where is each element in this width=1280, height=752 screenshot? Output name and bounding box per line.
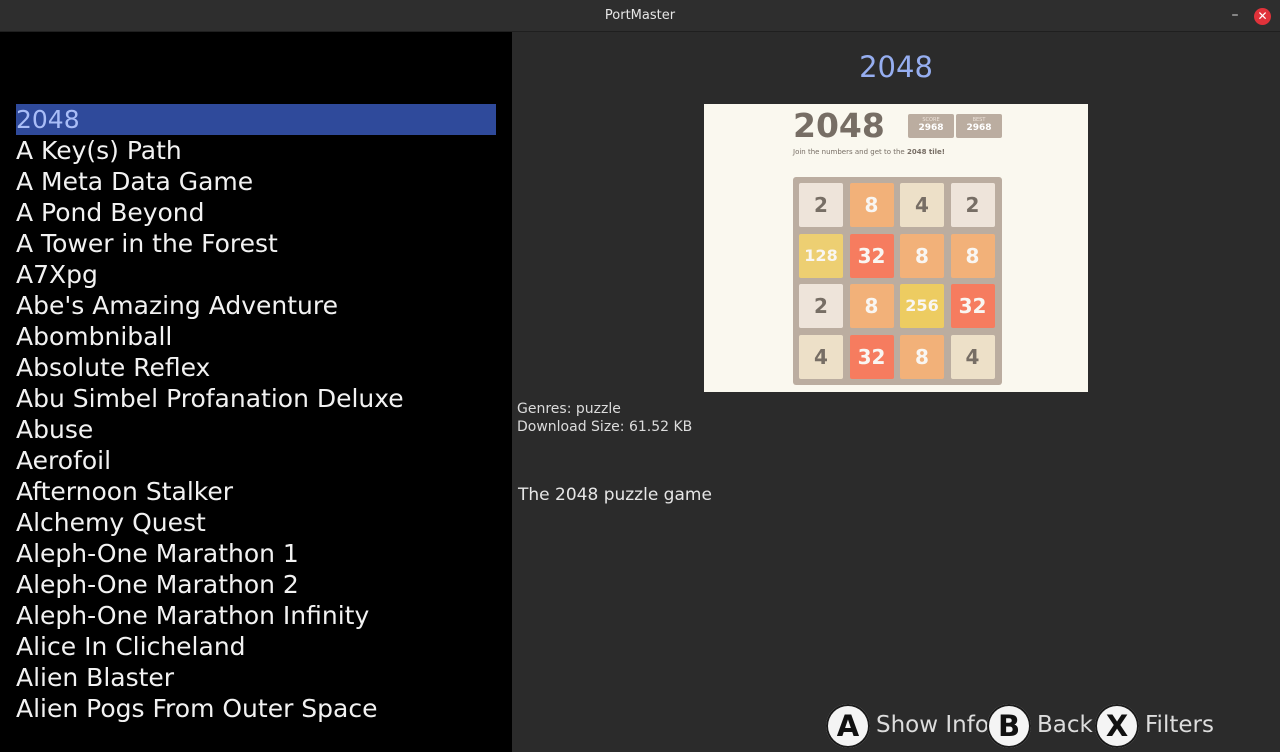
board-tile: 32 [849,334,894,379]
back-label: Back [1037,712,1093,738]
port-meta: Genres: puzzle Download Size: 61.52 KB [517,400,692,436]
window-title: PortMaster [604,8,676,23]
x-button-icon: X [1095,704,1139,748]
board-tile: 256 [900,284,944,328]
download-size-text: Download Size: 61.52 KB [517,419,693,435]
board-tile: 4 [900,183,944,227]
board-tile: 4 [799,334,843,379]
board-tile: 32 [849,233,894,278]
genres-text: Genres: puzzle [517,401,621,417]
screenshot-score-box: SCORE 2968 [908,114,954,138]
screenshot-best-box: BEST 2968 [956,114,1002,138]
port-list-item[interactable]: Alchemy Quest [16,507,496,538]
port-list-item[interactable]: Alice In Clicheland [16,631,496,662]
board-tile: 8 [900,233,944,278]
screenshot-game-board: 2 8 4 2 128 32 8 8 2 8 256 32 4 32 8 4 [793,177,1002,385]
port-list-item[interactable]: Abombniball [16,321,496,352]
port-list-item[interactable]: A Meta Data Game [16,166,496,197]
port-list-panel: 2048 A Key(s) Path A Meta Data Game A Pond … [0,32,512,752]
port-list-item-selected[interactable]: 2048 [16,104,496,135]
port-list-item[interactable]: Aerofoil [16,445,496,476]
port-list-item[interactable]: Alien Pogs From Outer Space [16,693,496,724]
show-info-label: Show Info [876,712,989,738]
port-list-item[interactable]: Aleph-One Marathon 2 [16,569,496,600]
port-list-item[interactable]: Aleph-One Marathon Infinity [16,600,496,631]
port-list-item[interactable]: Absolute Reflex [16,352,496,383]
board-tile: 32 [950,284,995,328]
screenshot-tagline-bold: 2048 tile! [906,148,945,156]
b-button-icon: B [987,704,1031,748]
board-tile: 4 [950,334,995,379]
board-tile: 8 [849,284,894,328]
close-button[interactable]: ✕ [1254,8,1271,25]
port-list-item[interactable]: A7Xpg [16,259,496,290]
board-tile: 2 [799,183,843,227]
board-tile: 8 [900,334,944,379]
port-list-item[interactable]: Abuse [16,414,496,445]
game-screenshot: 2048 SCORE 2968 BEST 2968 Join the numbe… [704,104,1088,392]
detail-title: 2048 [859,50,933,84]
port-list-item[interactable]: A Tower in the Forest [16,228,496,259]
port-list-item[interactable]: Abu Simbel Profanation Deluxe [16,383,496,414]
board-tile: 128 [799,233,843,278]
port-list-item[interactable]: Alien Blaster [16,662,496,693]
port-list-item[interactable]: A Pond Beyond [16,197,496,228]
board-tile: 2 [950,183,995,227]
port-list[interactable]: 2048 A Key(s) Path A Meta Data Game A Pond … [16,104,496,724]
board-tile: 8 [849,183,894,227]
board-tile: 8 [950,233,995,278]
screenshot-score-value: 2968 [918,123,944,133]
minimize-button[interactable]: – [1226,5,1244,25]
port-detail-panel: 2048 2048 SCORE 2968 BEST 2968 Join the … [512,32,1280,752]
port-list-item[interactable]: Aleph-One Marathon 1 [16,538,496,569]
port-list-item[interactable]: Afternoon Stalker [16,476,496,507]
port-list-item[interactable]: Abe's Amazing Adventure [16,290,496,321]
screenshot-tagline: Join the numbers and get to the 2048 til… [793,148,945,156]
window-titlebar: PortMaster – ✕ [0,0,1280,32]
screenshot-best-value: 2968 [966,123,992,133]
board-tile: 2 [799,284,843,328]
filters-label: Filters [1145,712,1214,738]
port-list-item[interactable]: A Key(s) Path [16,135,496,166]
port-description: The 2048 puzzle game [518,485,712,505]
a-button-icon: A [826,704,870,748]
screenshot-title: 2048 [793,106,885,145]
screenshot-tagline-text: Join the numbers and get to the [793,148,907,156]
